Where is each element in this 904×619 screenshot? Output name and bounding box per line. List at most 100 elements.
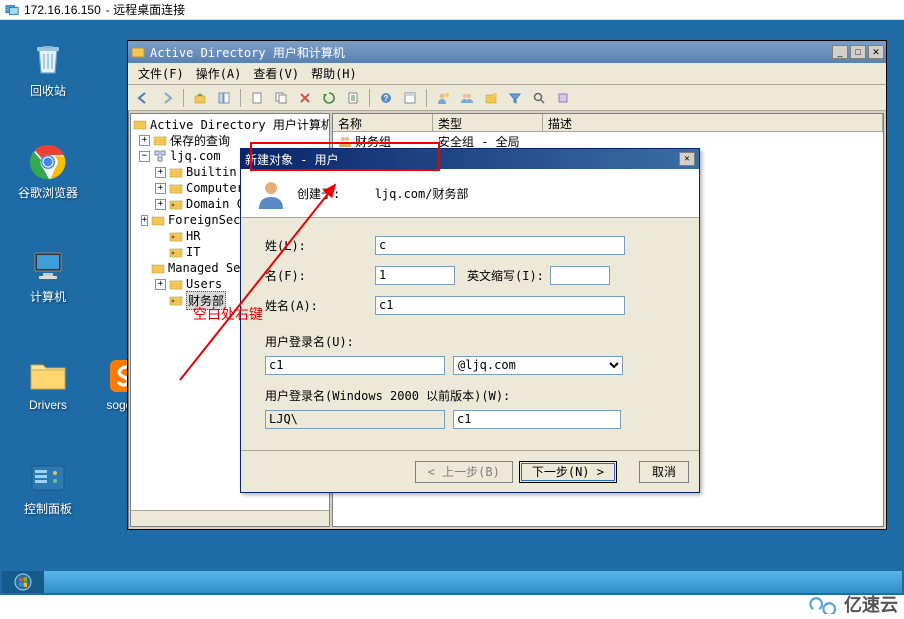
folder-icon	[153, 133, 167, 147]
back-button[interactable]	[132, 87, 154, 109]
horizontal-scrollbar[interactable]	[131, 510, 329, 526]
control-panel-label: 控制面板	[18, 500, 78, 517]
wizard-close-button[interactable]: ✕	[679, 152, 695, 166]
drivers-folder-icon[interactable]: Drivers	[18, 356, 78, 412]
rdp-suffix: - 远程桌面连接	[106, 1, 185, 18]
row-name: 财务组	[355, 133, 391, 150]
refresh-button[interactable]	[318, 87, 340, 109]
domain-icon	[153, 149, 167, 163]
annotation-hint-text: 空白处右键	[193, 304, 263, 324]
rdp-title-bar: 172.16.16.150 - 远程桌面连接	[0, 0, 904, 20]
initials-input[interactable]	[550, 266, 610, 285]
taskbar[interactable]	[2, 571, 902, 593]
add-group-button[interactable]	[456, 87, 478, 109]
display-name-input[interactable]	[375, 296, 625, 315]
ou-icon	[169, 197, 183, 211]
wizard-title-bar[interactable]: 新建对象 - 用户 ✕	[241, 149, 699, 169]
upn-suffix-select[interactable]: @ljq.com	[453, 356, 623, 375]
col-name[interactable]: 名称	[333, 114, 433, 131]
ou-icon	[169, 229, 183, 243]
folder-icon	[169, 277, 183, 291]
toolbar: ?	[128, 85, 886, 111]
menu-bar: 文件(F) 操作(A) 查看(V) 帮助(H)	[128, 63, 886, 85]
add-user-button[interactable]	[432, 87, 454, 109]
computer-icon[interactable]: 计算机	[18, 246, 78, 305]
add-ou-button[interactable]	[480, 87, 502, 109]
recycle-bin-label: 回收站	[18, 82, 78, 99]
folder-icon	[151, 213, 165, 227]
watermark: 亿速云	[806, 591, 898, 617]
row-type: 安全组 - 全局	[438, 133, 520, 150]
close-button[interactable]: ✕	[868, 45, 884, 59]
initials-label: 英文缩写(I):	[467, 267, 544, 284]
rdp-address: 172.16.16.150	[24, 3, 101, 17]
help-button[interactable]: ?	[375, 87, 397, 109]
menu-view[interactable]: 查看(V)	[247, 63, 305, 84]
delete-button[interactable]	[294, 87, 316, 109]
more-button[interactable]	[552, 87, 574, 109]
svg-text:?: ?	[384, 94, 389, 103]
folder-icon	[151, 261, 165, 275]
cut-button[interactable]	[246, 87, 268, 109]
recycle-bin-icon[interactable]: 回收站	[18, 40, 78, 99]
start-button[interactable]	[2, 571, 44, 593]
export-button[interactable]	[342, 87, 364, 109]
expand-icon[interactable]: +	[155, 279, 166, 290]
expand-icon[interactable]: +	[141, 215, 148, 226]
col-type[interactable]: 类型	[433, 114, 543, 131]
up-button[interactable]	[189, 87, 211, 109]
cancel-button[interactable]: 取消	[639, 461, 689, 483]
wizard-header: 创建于: ljq.com/财务部	[241, 169, 699, 218]
forward-button[interactable]	[156, 87, 178, 109]
copy-button[interactable]	[270, 87, 292, 109]
find-button[interactable]	[528, 87, 550, 109]
maximize-button[interactable]: □	[850, 45, 866, 59]
surname-input[interactable]	[375, 236, 625, 255]
ou-icon	[169, 245, 183, 259]
given-name-input[interactable]	[375, 266, 455, 285]
chrome-icon[interactable]: 谷歌浏览器	[18, 142, 78, 201]
upn-label: 用户登录名(U):	[265, 333, 354, 350]
expand-icon[interactable]: +	[155, 199, 166, 210]
control-panel-icon[interactable]: 控制面板	[18, 458, 78, 517]
filter-button[interactable]	[504, 87, 526, 109]
collapse-icon[interactable]: −	[139, 151, 150, 162]
group-icon	[338, 134, 352, 148]
tree-saved-queries[interactable]: + 保存的查询	[133, 132, 327, 148]
mmc-title-bar[interactable]: Active Directory 用户和计算机 _ □ ✕	[128, 41, 886, 63]
minimize-button[interactable]: _	[832, 45, 848, 59]
list-header: 名称 类型 描述	[333, 114, 883, 132]
expand-icon[interactable]: +	[139, 135, 150, 146]
created-in-label: 创建于:	[297, 185, 340, 202]
rdp-icon	[5, 3, 19, 17]
menu-file[interactable]: 文件(F)	[132, 63, 190, 84]
back-button: < 上一步(B)	[415, 461, 513, 483]
menu-help[interactable]: 帮助(H)	[305, 63, 363, 84]
tree-root-label: Active Directory 用户计算机	[150, 116, 330, 133]
sam-label: 用户登录名(Windows 2000 以前版本)(W):	[265, 387, 510, 404]
chrome-label: 谷歌浏览器	[18, 184, 78, 201]
created-in-value: ljq.com/财务部	[375, 185, 469, 202]
expand-icon[interactable]: +	[155, 167, 166, 178]
folder-icon	[169, 165, 183, 179]
wizard-body: 姓(L): 名(F): 英文缩写(I): 姓名(A): 用户登录名(U): @l…	[241, 218, 699, 454]
surname-label: 姓(L):	[265, 237, 375, 254]
tree-domain-label: ljq.com	[170, 149, 221, 163]
new-user-wizard: 新建对象 - 用户 ✕ 创建于: ljq.com/财务部 姓(L): 名(F):…	[240, 148, 700, 493]
given-name-label: 名(F):	[265, 267, 375, 284]
watermark-text: 亿速云	[844, 591, 898, 617]
next-button[interactable]: 下一步(N) >	[519, 461, 617, 483]
mmc-title-text: Active Directory 用户和计算机	[150, 44, 830, 61]
show-hide-button[interactable]	[213, 87, 235, 109]
col-desc[interactable]: 描述	[543, 114, 883, 131]
ou-icon	[169, 293, 183, 307]
drivers-label: Drivers	[18, 398, 78, 412]
expand-icon[interactable]: +	[155, 183, 166, 194]
properties-button[interactable]	[399, 87, 421, 109]
sam-name-input[interactable]	[453, 410, 621, 429]
tree-root[interactable]: Active Directory 用户计算机	[133, 116, 327, 132]
upn-prefix-input[interactable]	[265, 356, 445, 375]
mmc-app-icon	[130, 44, 146, 60]
wizard-title-text: 新建对象 - 用户	[245, 151, 677, 168]
menu-action[interactable]: 操作(A)	[190, 63, 248, 84]
